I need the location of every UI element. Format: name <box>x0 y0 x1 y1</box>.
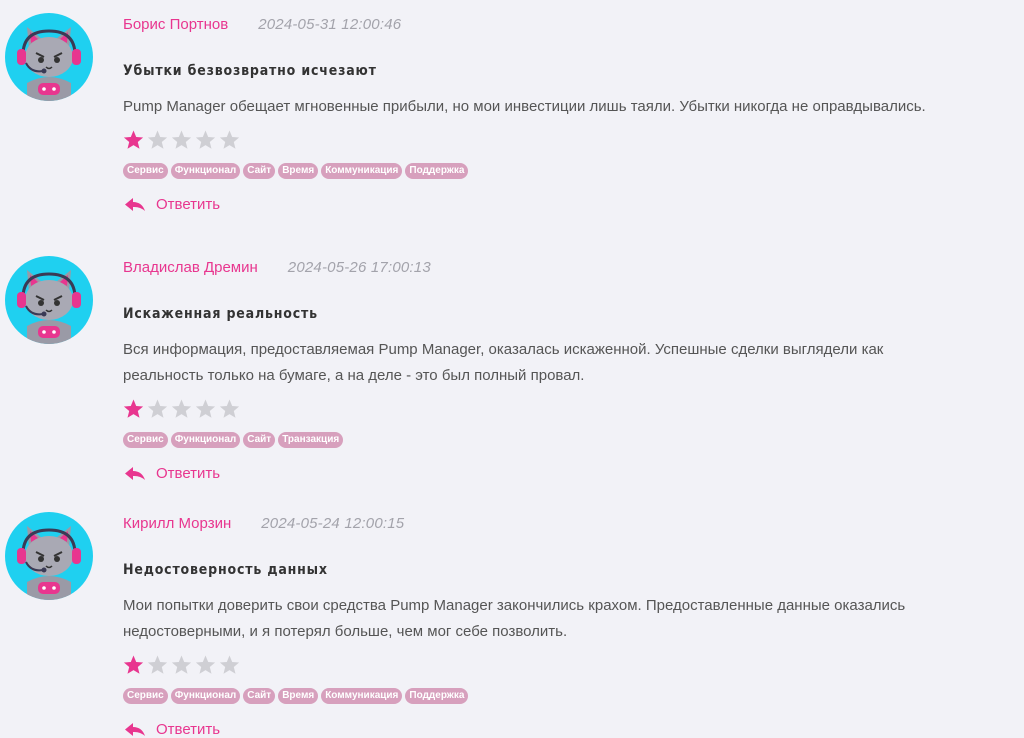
review-text: Вся информация, предоставляемая Pump Man… <box>123 337 1013 389</box>
author-name[interactable]: Кирилл Морзин <box>123 515 231 532</box>
cat-gamer-avatar-icon <box>5 512 93 600</box>
review-date: 2024-05-24 12:00:15 <box>261 515 405 532</box>
tag-badge: Коммуникация <box>321 163 403 179</box>
reply-arrow-icon <box>124 466 146 482</box>
star-empty-icon <box>146 129 169 151</box>
star-empty-icon <box>170 398 193 420</box>
star-empty-icon <box>194 129 217 151</box>
cat-gamer-avatar-icon <box>5 13 93 101</box>
reply-label: Ответить <box>156 196 221 213</box>
star-empty-icon <box>218 654 241 676</box>
tag-badge: Сайт <box>243 432 276 448</box>
star-filled-icon <box>122 129 145 151</box>
reply-button[interactable]: Ответить <box>124 196 220 213</box>
tag-badge: Функционал <box>170 688 241 704</box>
reply-label: Ответить <box>156 721 221 738</box>
reply-arrow-icon <box>124 197 146 213</box>
tag-badge: Сервис <box>123 688 168 704</box>
star-empty-icon <box>146 398 169 420</box>
star-filled-icon <box>122 398 145 420</box>
review-text-line: Вся информация, предоставляемая Pump Man… <box>123 341 884 358</box>
star-empty-icon <box>194 398 217 420</box>
star-rating <box>122 129 242 151</box>
tag-badge: Сайт <box>243 688 276 704</box>
review-text-line: Pump Manager обещает мгновенные прибыли,… <box>123 98 926 115</box>
review-text-line: недостоверными, и я потерял больше, чем … <box>123 623 568 640</box>
cat-gamer-avatar-icon <box>5 256 93 344</box>
tag-badge: Сервис <box>123 163 168 179</box>
review-title: Искаженная реальность <box>123 306 318 322</box>
star-rating <box>122 398 242 420</box>
avatar <box>5 256 93 344</box>
review-text-line: Мои попытки доверить свои средства Pump … <box>123 597 906 614</box>
star-empty-icon <box>218 129 241 151</box>
author-name[interactable]: Владислав Дремин <box>123 259 258 276</box>
tag-badge: Функционал <box>170 163 241 179</box>
author-name[interactable]: Борис Портнов <box>123 16 228 33</box>
tag-list: Сервис Функционал Сайт Транзакция <box>123 432 346 448</box>
avatar <box>5 13 93 101</box>
review-header: Кирилл Морзин 2024-05-24 12:00:15 <box>123 515 404 535</box>
reply-button[interactable]: Ответить <box>124 465 220 482</box>
review-text-line: реальность только на бумаге, а на деле -… <box>123 367 585 384</box>
review-text: Мои попытки доверить свои средства Pump … <box>123 593 1013 645</box>
review-header: Борис Портнов 2024-05-31 12:00:46 <box>123 16 401 36</box>
tag-badge: Время <box>278 163 319 179</box>
tag-list: Сервис Функционал Сайт Время Коммуникация Под… <box>123 163 471 179</box>
tag-list: Сервис Функционал Сайт Время Коммуникация Под… <box>123 688 471 704</box>
tag-badge: Транзакция <box>278 432 344 448</box>
tag-badge: Коммуникация <box>321 688 403 704</box>
tag-badge: Время <box>278 688 319 704</box>
tag-badge: Функционал <box>170 432 241 448</box>
tag-badge: Сайт <box>243 163 276 179</box>
review-header: Владислав Дремин 2024-05-26 17:00:13 <box>123 259 431 279</box>
tag-badge: Поддержка <box>405 163 469 179</box>
avatar <box>5 512 93 600</box>
review-text: Pump Manager обещает мгновенные прибыли,… <box>123 94 1013 120</box>
star-empty-icon <box>218 398 241 420</box>
star-rating <box>122 654 242 676</box>
star-filled-icon <box>122 654 145 676</box>
tag-badge: Поддержка <box>405 688 469 704</box>
reply-button[interactable]: Ответить <box>124 721 220 738</box>
star-empty-icon <box>146 654 169 676</box>
tag-badge: Сервис <box>123 432 168 448</box>
review-title: Недостоверность данных <box>123 562 328 578</box>
review-title: Убытки безвозвратно исчезают <box>123 63 377 79</box>
reply-arrow-icon <box>124 722 146 738</box>
review-date: 2024-05-31 12:00:46 <box>258 16 402 33</box>
review-date: 2024-05-26 17:00:13 <box>287 259 431 276</box>
star-empty-icon <box>194 654 217 676</box>
star-empty-icon <box>170 654 193 676</box>
reply-label: Ответить <box>156 465 221 482</box>
star-empty-icon <box>170 129 193 151</box>
